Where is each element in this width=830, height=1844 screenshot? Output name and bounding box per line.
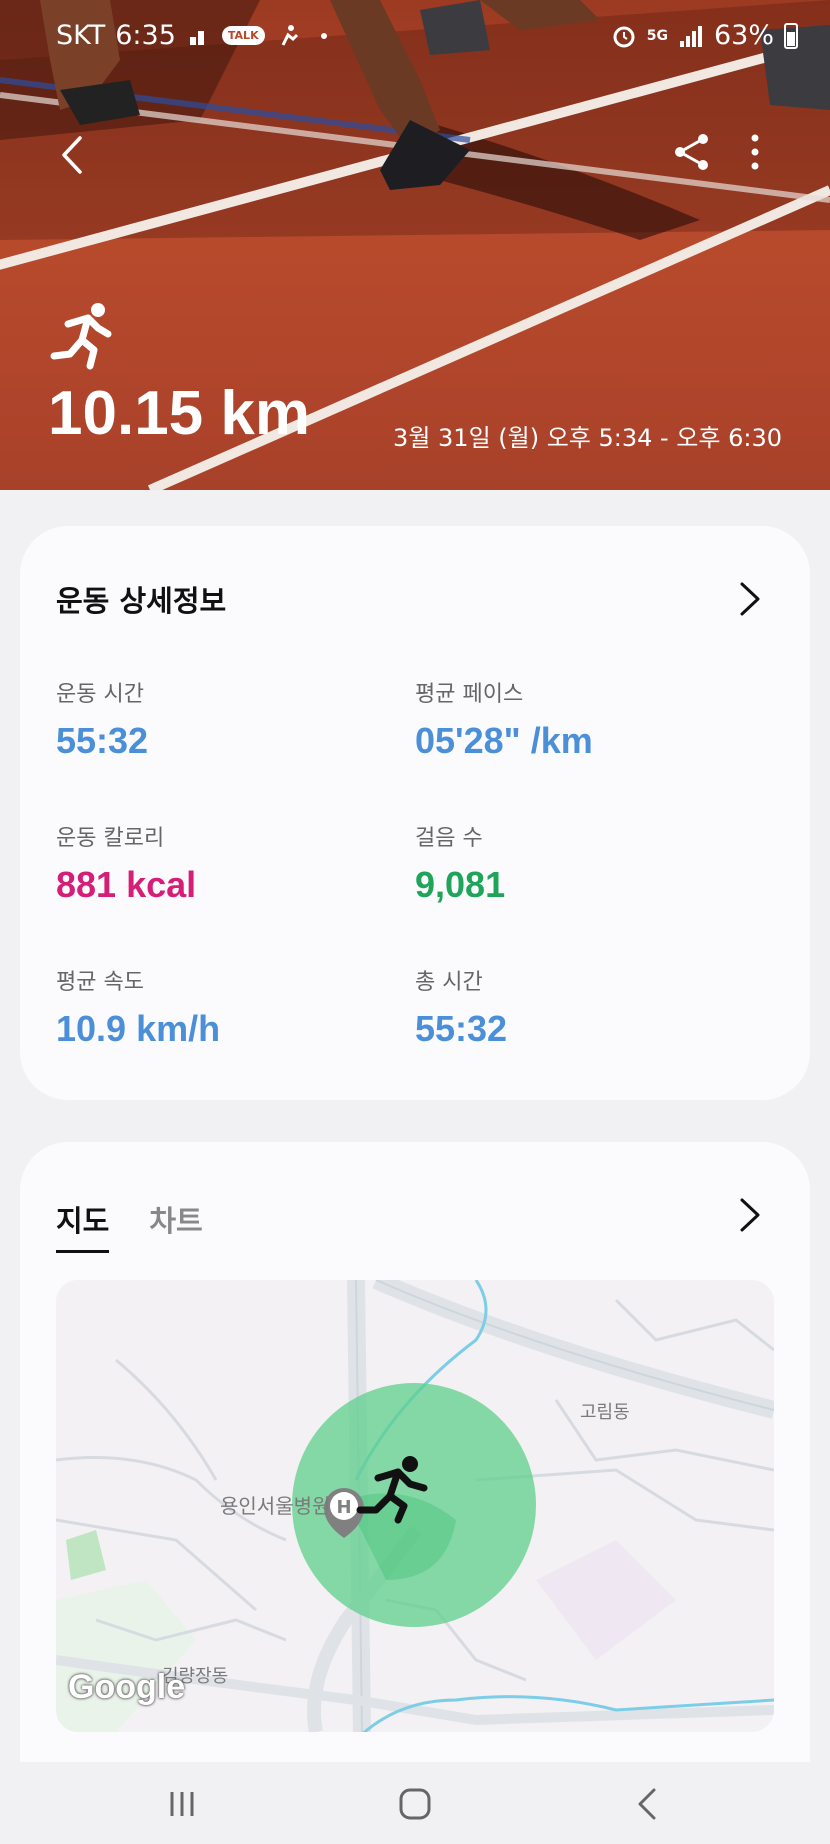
metric-label: 평균 속도 xyxy=(56,970,144,995)
workout-details-card: 운동 상세정보 운동 시간 55:32 평균 페이스 05'28" /km 운동… xyxy=(20,526,810,1100)
svg-text:H: H xyxy=(336,1497,351,1518)
tab-chart[interactable]: 차트 xyxy=(149,1198,202,1253)
kakaotalk-icon: TALK xyxy=(221,26,265,45)
distance-value: 10.15 km xyxy=(48,379,310,448)
system-navigation-bar xyxy=(0,1762,830,1844)
map-card: 지도 차트 H 용인서울병원 고림동 김량장동 Google xyxy=(20,1142,810,1762)
data-transfer-icon xyxy=(189,30,204,45)
alarm-icon xyxy=(613,26,635,47)
share-icon[interactable] xyxy=(670,130,714,174)
running-person-icon xyxy=(50,303,112,370)
battery-percent: 63% xyxy=(713,20,774,51)
metric-value: 55:32 xyxy=(56,720,149,761)
metric-value: 55:32 xyxy=(415,1008,508,1049)
metric-value: 05'28" /km xyxy=(415,720,593,761)
chevron-right-icon[interactable] xyxy=(736,1194,764,1236)
details-title: 운동 상세정보 xyxy=(56,584,227,618)
map-label-hospital: 용인서울병원 xyxy=(220,1494,331,1518)
metric-workout-time: 운동 시간 55:32 xyxy=(56,676,396,762)
clock: 6:35 xyxy=(115,20,176,51)
hero-banner: SKT 6:35 TALK 5G 63% 10.15 km 3월 31일 (월)… xyxy=(0,0,830,490)
map-label-district: 고림동 xyxy=(580,1402,630,1423)
metric-value: 10.9 km/h xyxy=(56,1008,221,1049)
google-logo: Google xyxy=(68,1668,186,1706)
home-icon[interactable] xyxy=(393,1782,437,1826)
network-type: 5G xyxy=(646,27,668,44)
metric-label: 총 시간 xyxy=(415,970,483,995)
more-vertical-icon[interactable] xyxy=(740,130,770,174)
dot-icon xyxy=(320,32,327,39)
status-bar: SKT 6:35 TALK 5G 63% xyxy=(0,0,830,70)
metric-calories: 운동 칼로리 881 kcal xyxy=(56,820,396,906)
chevron-right-icon[interactable] xyxy=(736,578,764,620)
runner-notification-icon xyxy=(281,24,298,46)
route-map[interactable]: H 용인서울병원 고림동 김량장동 Google xyxy=(56,1280,774,1732)
metric-average-pace: 평균 페이스 05'28" /km xyxy=(415,676,755,762)
metric-label: 운동 시간 xyxy=(56,682,144,707)
map-chart-tabs: 지도 차트 xyxy=(56,1198,203,1253)
workout-datetime: 3월 31일 (월) 오후 5:34 - 오후 6:30 xyxy=(393,424,782,452)
tab-map[interactable]: 지도 xyxy=(56,1198,110,1253)
metric-total-time: 총 시간 55:32 xyxy=(415,964,755,1050)
metric-label: 운동 칼로리 xyxy=(56,826,165,851)
battery-icon xyxy=(784,22,798,49)
metric-average-speed: 평균 속도 10.9 km/h xyxy=(56,964,396,1050)
metric-label: 평균 페이스 xyxy=(415,682,524,707)
back-nav-icon[interactable] xyxy=(626,1782,670,1826)
carrier-label: SKT xyxy=(56,20,106,51)
back-arrow-icon[interactable] xyxy=(48,130,98,180)
recent-apps-icon[interactable] xyxy=(160,1782,204,1826)
metric-value: 881 kcal xyxy=(56,864,197,905)
metric-steps: 걸음 수 9,081 xyxy=(415,820,755,906)
metric-label: 걸음 수 xyxy=(415,826,483,851)
signal-icon xyxy=(679,25,702,47)
metric-value: 9,081 xyxy=(415,864,506,905)
